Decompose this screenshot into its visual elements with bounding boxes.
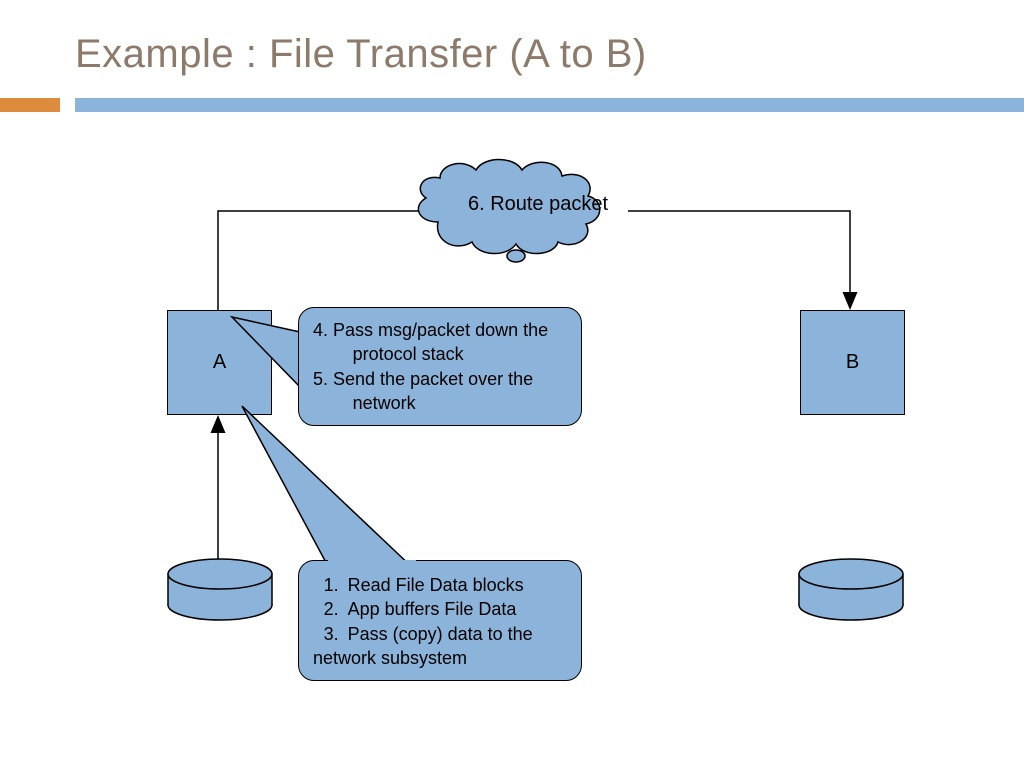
- callout-upper-join: [299, 326, 302, 389]
- cloud-label: 6. Route packet: [438, 193, 638, 216]
- node-b-label: B: [846, 351, 859, 374]
- node-a-label: A: [213, 351, 226, 374]
- callout-upper-line1: 4. Pass msg/packet down the: [313, 318, 567, 342]
- node-b: B: [800, 310, 905, 415]
- callout-lower: Read File Data blocks App buffers File D…: [298, 560, 582, 681]
- callout-upper-line1b: protocol stack: [313, 342, 567, 366]
- callout-lower-item1: Read File Data blocks: [344, 573, 567, 597]
- callout-lower-trail: network subsystem: [313, 646, 567, 670]
- callout-upper-line2: 5. Send the packet over the: [313, 367, 567, 391]
- callout-lower-item3: Pass (copy) data to the: [344, 622, 567, 646]
- callout-lower-join: [328, 560, 416, 563]
- callout-lower-item2: App buffers File Data: [344, 597, 567, 621]
- disk-b-icon: [796, 558, 906, 624]
- disk-a-icon: [165, 558, 275, 624]
